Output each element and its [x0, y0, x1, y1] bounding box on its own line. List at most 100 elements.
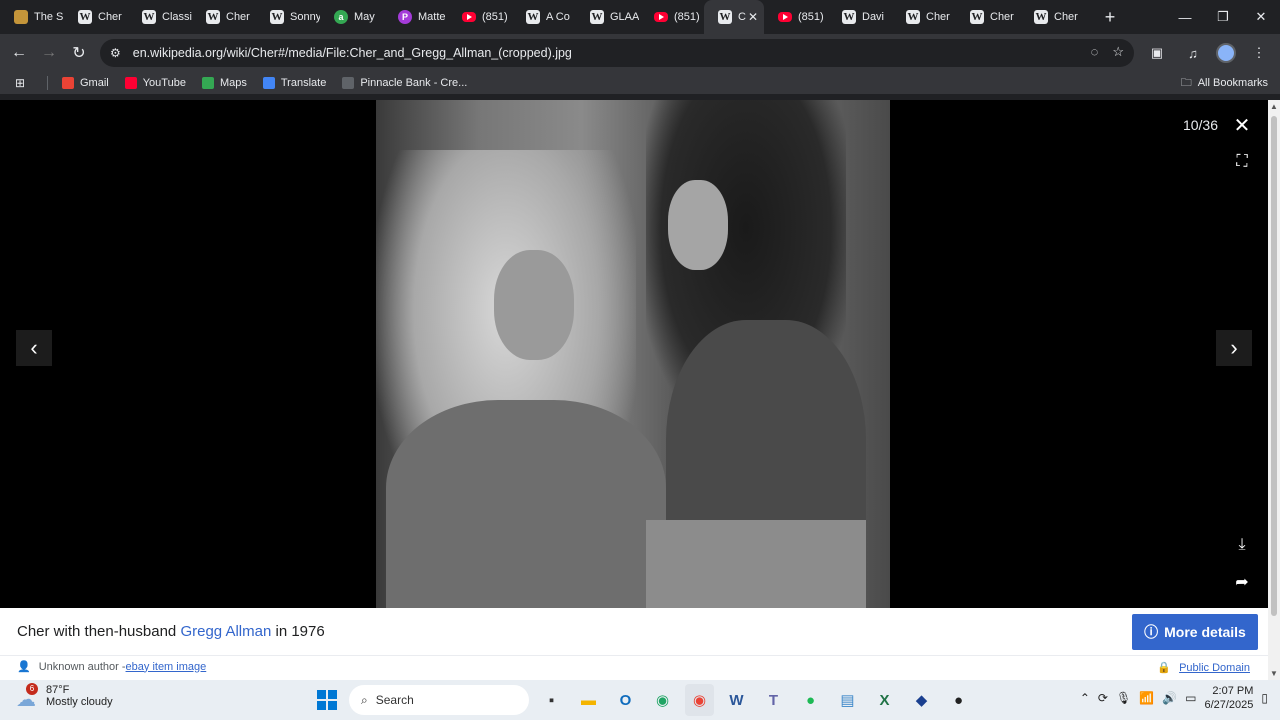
address-bar[interactable]: ⚙ en.wikipedia.org/wiki/Cher#/media/File…: [100, 39, 1134, 67]
license-link[interactable]: Public Domain: [1179, 662, 1250, 674]
date: 6/27/2025: [1204, 699, 1254, 711]
time: 2:07 PM: [1212, 685, 1254, 697]
tab-13[interactable]: W Davi: [828, 0, 892, 34]
previous-image-button[interactable]: ‹: [16, 330, 52, 366]
file-explorer-icon[interactable]: ▬: [574, 684, 603, 716]
chrome-icon[interactable]: ◉: [685, 684, 714, 716]
info-icon: ⓘ: [1144, 624, 1159, 640]
tab-close-icon[interactable]: ✕: [748, 10, 758, 24]
source-link[interactable]: ebay item image: [126, 661, 207, 673]
tab-5[interactable]: a May: [320, 0, 384, 34]
wifi-icon[interactable]: 📶: [1139, 691, 1154, 705]
scroll-up-icon[interactable]: ▲: [1270, 102, 1278, 111]
new-tab-icon[interactable]: +: [1098, 7, 1122, 28]
scroll-down-icon[interactable]: ▼: [1270, 669, 1278, 678]
tab-7[interactable]: (851): [448, 0, 512, 34]
image-caption: Cher with then-husband Gregg Allman in 1…: [0, 608, 1268, 656]
maps-icon: [201, 77, 214, 89]
tab-16[interactable]: W Cher: [1020, 0, 1084, 34]
media-control-icon[interactable]: ♫: [1180, 38, 1206, 68]
more-details-button[interactable]: ⓘ More details: [1132, 614, 1258, 650]
tab-label: Cher: [226, 11, 250, 23]
outlook-icon[interactable]: O: [611, 684, 640, 716]
tab-11[interactable]: W C ✕: [704, 0, 764, 34]
teams-icon[interactable]: T: [759, 684, 788, 716]
back-icon[interactable]: ←: [4, 38, 34, 68]
gmail-icon: [62, 77, 74, 89]
forward-icon[interactable]: →: [34, 38, 64, 68]
wikipedia-icon: W: [1034, 10, 1048, 24]
bookmark-0[interactable]: Gmail: [62, 77, 109, 89]
side-panel-icon[interactable]: ▣: [1144, 38, 1170, 68]
apps-grid-icon[interactable]: ⊞: [15, 77, 27, 89]
photo-left-face: [494, 250, 574, 360]
bookmark-3[interactable]: Translate: [262, 77, 327, 89]
game-icon[interactable]: ●: [944, 684, 973, 716]
tab-10[interactable]: (851): [640, 0, 704, 34]
chevron-left-icon: ‹: [30, 335, 38, 360]
tab-4[interactable]: W Sonny: [256, 0, 320, 34]
bookmark-label: Maps: [219, 77, 247, 89]
minimize-icon[interactable]: —: [1166, 0, 1204, 34]
notepad-icon[interactable]: ▤: [833, 684, 862, 716]
microphone-icon[interactable]: 🎙: [1116, 691, 1131, 705]
wikipedia-icon: W: [718, 10, 732, 24]
chevron-up-icon[interactable]: ⌃: [1080, 691, 1090, 705]
battery-icon[interactable]: ▭: [1185, 691, 1196, 705]
close-window-icon[interactable]: ✕: [1242, 0, 1280, 34]
close-viewer-icon[interactable]: ✕: [1230, 114, 1254, 138]
share-icon[interactable]: ➦: [1230, 572, 1254, 596]
bookmark-label: Translate: [280, 77, 327, 89]
reload-icon[interactable]: ↻: [64, 38, 94, 68]
author-info: 👤 Unknown author - ebay item image: [17, 660, 207, 674]
browser-toolbar: ← → ↻ ⚙ en.wikipedia.org/wiki/Cher#/medi…: [0, 34, 1280, 72]
bookmark-4[interactable]: Pinnacle Bank - Cre...: [342, 77, 467, 89]
tab-8[interactable]: W A Co: [512, 0, 576, 34]
all-bookmarks-button[interactable]: 🗀 All Bookmarks: [1181, 74, 1268, 93]
download-icon[interactable]: ⤓: [1230, 536, 1254, 560]
page-scrollbar[interactable]: ▲ ▼: [1268, 100, 1280, 680]
address-url[interactable]: en.wikipedia.org/wiki/Cher#/media/File:C…: [133, 46, 572, 60]
tab-1[interactable]: W Cher: [64, 0, 128, 34]
profile-avatar[interactable]: [1216, 43, 1236, 63]
tab-3[interactable]: W Cher: [192, 0, 256, 34]
clock[interactable]: 2:07 PM 6/27/2025: [1204, 684, 1253, 712]
restore-icon[interactable]: ❐: [1204, 0, 1242, 34]
word-icon[interactable]: W: [722, 684, 751, 716]
fullscreen-icon[interactable]: ⛶: [1230, 150, 1254, 174]
bookmark-2[interactable]: Maps: [201, 77, 247, 89]
bookmark-1[interactable]: YouTube: [124, 77, 186, 89]
notification-icon[interactable]: ▯: [1261, 691, 1268, 705]
tab-15[interactable]: W Cher: [956, 0, 1020, 34]
edge-icon[interactable]: ◉: [648, 684, 677, 716]
start-button[interactable]: [312, 684, 341, 716]
wikipedia-icon: W: [206, 10, 220, 24]
bookmark-label: Gmail: [80, 77, 109, 89]
tab-strip: The S W Cher W Classi W Cher W Sonny a May P Matte (8…: [0, 0, 1280, 34]
tab-0[interactable]: The S: [0, 0, 64, 34]
tab-label: May: [354, 11, 375, 23]
tab-2[interactable]: W Classi: [128, 0, 192, 34]
volume-icon[interactable]: 🔊: [1162, 691, 1177, 705]
taskbar-search[interactable]: ⌕ Search: [349, 685, 529, 715]
wikipedia-icon: W: [142, 10, 156, 24]
app-icon[interactable]: ◆: [907, 684, 936, 716]
scrollbar-thumb[interactable]: [1271, 116, 1277, 616]
tab-9[interactable]: W GLAA: [576, 0, 640, 34]
sync-icon[interactable]: ⟳: [1098, 691, 1108, 705]
bookmark-star-icon[interactable]: ☆: [1112, 44, 1124, 60]
weather-widget[interactable]: 6 87°F Mostly cloudy: [16, 683, 113, 708]
tab-6[interactable]: P Matte: [384, 0, 448, 34]
spotify-icon[interactable]: ●: [796, 684, 825, 716]
site-info-icon[interactable]: ⚙: [110, 46, 121, 60]
eye-off-icon[interactable]: ◌: [1091, 44, 1099, 60]
task-view-icon[interactable]: ▪: [537, 684, 566, 716]
wikipedia-icon: W: [842, 10, 856, 24]
tab-12[interactable]: (851): [764, 0, 828, 34]
photo: [376, 100, 890, 608]
menu-dots-icon[interactable]: ⋮: [1246, 38, 1272, 68]
next-image-button[interactable]: ›: [1216, 330, 1252, 366]
gregg-allman-link[interactable]: Gregg Allman: [180, 623, 271, 640]
excel-icon[interactable]: X: [870, 684, 899, 716]
tab-14[interactable]: W Cher: [892, 0, 956, 34]
